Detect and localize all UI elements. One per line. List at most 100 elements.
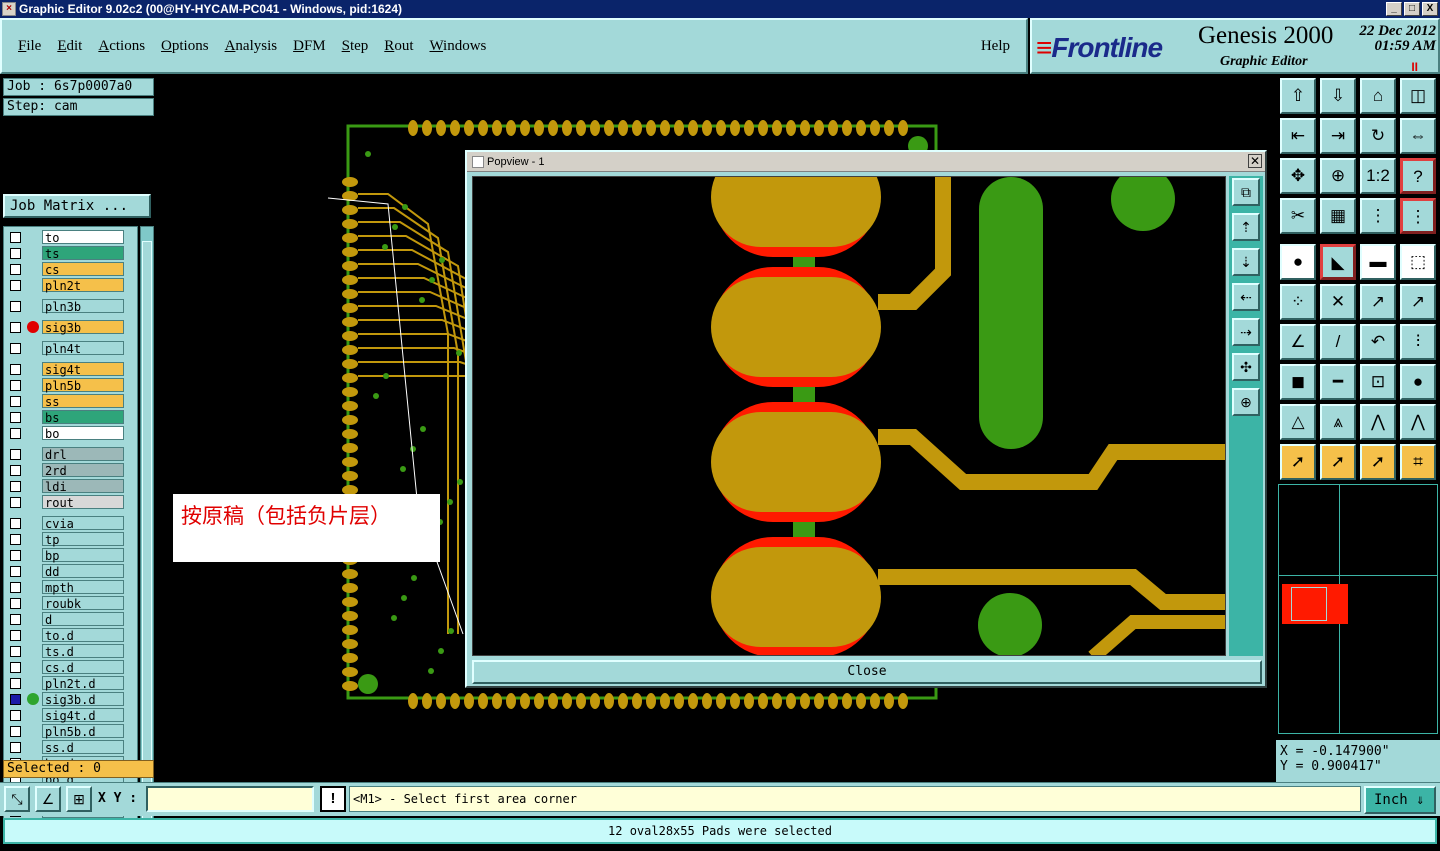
scroll-thumb[interactable] <box>142 241 152 821</box>
layer-checkbox[interactable] <box>10 614 21 625</box>
popview-down-icon[interactable]: ⇣ <box>1232 248 1260 276</box>
layer-checkbox[interactable] <box>10 232 21 243</box>
layer-row[interactable]: to <box>4 230 137 245</box>
layer-name[interactable]: bs <box>42 410 124 425</box>
layer-checkbox[interactable] <box>10 598 21 609</box>
layer-name[interactable]: drl <box>42 447 124 462</box>
layer-row[interactable]: ts.d <box>4 644 137 659</box>
flip-icon[interactable]: ⫶ <box>1400 324 1436 360</box>
layer-name[interactable]: mpth <box>42 580 124 595</box>
select-area-icon[interactable]: ⤡ <box>4 786 30 812</box>
layer-name[interactable]: cvia <box>42 516 124 531</box>
grid-icon[interactable]: ▦ <box>1320 198 1356 234</box>
red-pad-icon[interactable]: ◼ <box>1280 364 1316 400</box>
ruler-icon[interactable]: ▬ <box>1360 244 1396 280</box>
layer-row[interactable]: pln5b <box>4 378 137 393</box>
snap-icon[interactable]: ⇔ <box>1400 118 1436 154</box>
layers-red-icon[interactable]: ⋮ <box>1400 198 1436 234</box>
layer-row[interactable]: 2rd <box>4 463 137 478</box>
layer-row[interactable]: mpth <box>4 580 137 595</box>
layer-row[interactable]: d <box>4 612 137 627</box>
layer-row[interactable]: pln3b <box>4 299 137 314</box>
layer-name[interactable]: sig4t.d <box>42 708 124 723</box>
layer-row[interactable]: ts <box>4 246 137 261</box>
layer-row[interactable]: pln4t <box>4 341 137 356</box>
layer-checkbox[interactable] <box>10 280 21 291</box>
layer-name[interactable]: tp <box>42 532 124 547</box>
blue-pad-icon[interactable]: ● <box>1400 364 1436 400</box>
layer-row[interactable]: cs <box>4 262 137 277</box>
layer-row[interactable]: cvia <box>4 516 137 531</box>
feature-red-icon[interactable]: ◣ <box>1320 244 1356 280</box>
layer-row[interactable]: roubk <box>4 596 137 611</box>
center-icon[interactable]: ⊡ <box>1360 364 1396 400</box>
help-icon[interactable]: ? <box>1400 158 1436 194</box>
layer-row[interactable]: sig4t <box>4 362 137 377</box>
layer-checkbox[interactable] <box>10 678 21 689</box>
close-window-button[interactable]: X <box>1422 2 1438 16</box>
layer-checkbox[interactable] <box>10 497 21 508</box>
triangle1-icon[interactable]: △ <box>1280 404 1316 440</box>
move2-icon[interactable]: ↗ <box>1400 284 1436 320</box>
fit-icon[interactable]: ✥ <box>1280 158 1316 194</box>
layer-checkbox[interactable] <box>10 364 21 375</box>
maximize-button[interactable]: □ <box>1404 2 1420 16</box>
menu-file[interactable]: File <box>18 38 41 55</box>
layer-name[interactable]: sig4t <box>42 362 124 377</box>
layer-checkbox[interactable] <box>10 449 21 460</box>
layer-checkbox[interactable] <box>10 518 21 529</box>
rotate-icon[interactable]: ↶ <box>1360 324 1396 360</box>
pan-right-icon[interactable]: ⇥ <box>1320 118 1356 154</box>
layer-row[interactable]: pln5b.d <box>4 724 137 739</box>
layer-checkbox[interactable] <box>10 248 21 259</box>
popview-center-icon[interactable]: ⊕ <box>1232 388 1260 416</box>
units-selector[interactable]: Inch ⇓ <box>1364 786 1436 814</box>
layer-row[interactable]: sig3b <box>4 320 137 335</box>
layer-checkbox[interactable] <box>10 630 21 641</box>
layer-name[interactable]: cs.d <box>42 660 124 675</box>
select-box-icon[interactable]: ➚ <box>1320 444 1356 480</box>
layer-checkbox[interactable] <box>10 412 21 423</box>
layer-name[interactable]: pln5b.d <box>42 724 124 739</box>
pad-icon[interactable]: ● <box>1280 244 1316 280</box>
route-icon[interactable]: ⌗ <box>1400 444 1436 480</box>
measure-icon[interactable]: ✂ <box>1280 198 1316 234</box>
triangle2-icon[interactable]: ⩓ <box>1320 404 1356 440</box>
layer-name[interactable]: roubk <box>42 596 124 611</box>
layer-name[interactable]: ss <box>42 394 124 409</box>
layer-name[interactable]: pln4t <box>42 341 124 356</box>
minimap[interactable] <box>1278 484 1438 734</box>
home-icon[interactable]: ⌂ <box>1360 78 1396 114</box>
layer-row[interactable]: pln2t.d <box>4 676 137 691</box>
layer-row[interactable]: sig4t.d <box>4 708 137 723</box>
redraw-icon[interactable]: ↻ <box>1360 118 1396 154</box>
job-matrix-button[interactable]: Job Matrix ... <box>3 194 151 218</box>
menu-windows[interactable]: Windows <box>429 38 486 55</box>
measure-angle-icon[interactable]: ∠ <box>35 786 61 812</box>
layer-name[interactable]: pln5b <box>42 378 124 393</box>
popview-right-icon[interactable]: ⇢ <box>1232 318 1260 346</box>
popview-close-icon[interactable]: ✕ <box>1248 154 1262 168</box>
layer-name[interactable]: pln3b <box>42 299 124 314</box>
layer-list-scrollbar[interactable] <box>140 226 154 828</box>
layer-checkbox[interactable] <box>10 264 21 275</box>
menu-step[interactable]: Step <box>342 38 369 55</box>
layer-checkbox[interactable] <box>10 550 21 561</box>
layer-checkbox[interactable] <box>10 343 21 354</box>
popview-close-button[interactable]: Close <box>472 660 1262 684</box>
layer-checkbox[interactable] <box>10 322 21 333</box>
menu-actions[interactable]: Actions <box>98 38 145 55</box>
grid-snap-icon[interactable]: ⊞ <box>66 786 92 812</box>
layer-name[interactable]: d <box>42 612 124 627</box>
zoom-center-icon[interactable]: ⊕ <box>1320 158 1356 194</box>
pan-left-icon[interactable]: ⇤ <box>1280 118 1316 154</box>
menu-rout[interactable]: Rout <box>384 38 413 55</box>
layer-checkbox[interactable] <box>10 396 21 407</box>
popview-fit-icon[interactable]: ✣ <box>1232 353 1260 381</box>
menu-analysis[interactable]: Analysis <box>225 38 278 55</box>
popview-left-icon[interactable]: ⇠ <box>1232 283 1260 311</box>
layer-row[interactable]: rout <box>4 495 137 510</box>
layer-row[interactable]: ldi <box>4 479 137 494</box>
layer-row[interactable]: ss <box>4 394 137 409</box>
layer-row[interactable]: cs.d <box>4 660 137 675</box>
